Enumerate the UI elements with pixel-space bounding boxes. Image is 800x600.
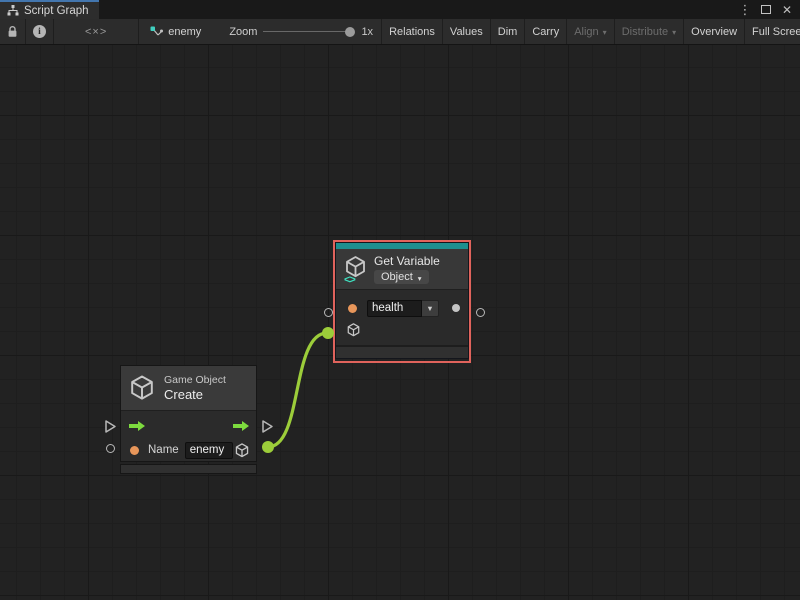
variable-scope-dropdown[interactable]: Object ▾ xyxy=(374,270,429,284)
node-title: Create xyxy=(164,387,226,402)
lock-icon xyxy=(7,25,18,38)
carry-button[interactable]: Carry xyxy=(524,19,566,44)
code-preview-button[interactable]: <×> xyxy=(54,19,139,44)
graph-breadcrumb[interactable]: enemy xyxy=(139,19,211,44)
wire-source-dot xyxy=(262,441,274,453)
graph-canvas[interactable]: Game Object Create Name xyxy=(0,45,800,600)
get-variable-icon: <> xyxy=(343,254,370,284)
control-output-arrow-icon[interactable] xyxy=(232,420,250,432)
dim-button[interactable]: Dim xyxy=(490,19,525,44)
node-get-variable[interactable]: <> Get Variable Object ▾ ▼ xyxy=(333,240,471,363)
gameobject-output-cube-icon[interactable] xyxy=(234,442,250,459)
zoom-label: Zoom xyxy=(229,26,257,38)
code-angle-icon: <> xyxy=(344,274,355,286)
variable-name-field[interactable] xyxy=(367,300,422,317)
name-value-field[interactable] xyxy=(185,442,233,459)
node-footer xyxy=(336,345,468,358)
node-title: Get Variable xyxy=(374,254,440,268)
graph-toolbar: i <×> enemy Zoom 1x Relations Values Dim… xyxy=(0,19,800,45)
fullscreen-button[interactable]: Full Screen xyxy=(744,19,800,44)
node-footer xyxy=(120,464,257,474)
object-port-cube-icon[interactable] xyxy=(346,322,361,338)
align-dropdown[interactable]: Align ▾ xyxy=(566,19,613,44)
code-icon: <×> xyxy=(61,26,131,38)
overview-button[interactable]: Overview xyxy=(683,19,744,44)
tab-title: Script Graph xyxy=(24,5,89,17)
value-output-dot[interactable] xyxy=(452,304,460,312)
name-input-port[interactable] xyxy=(324,308,333,317)
node-category: Game Object xyxy=(164,374,226,387)
zoom-control: Zoom 1x xyxy=(211,19,381,44)
script-graph-icon xyxy=(7,5,19,16)
name-port-dot[interactable] xyxy=(130,446,139,455)
chevron-down-icon: ▾ xyxy=(603,28,607,37)
relations-button[interactable]: Relations xyxy=(381,19,442,44)
chevron-down-icon: ▾ xyxy=(418,274,422,283)
variable-name-port-dot[interactable] xyxy=(348,304,357,313)
zoom-slider-handle[interactable] xyxy=(345,27,355,37)
name-port-label: Name xyxy=(148,444,179,456)
window-maximize-icon[interactable] xyxy=(759,2,773,18)
window-close-icon[interactable]: ✕ xyxy=(780,2,794,18)
distribute-dropdown[interactable]: Distribute ▾ xyxy=(614,19,683,44)
zoom-value: 1x xyxy=(361,26,373,38)
lock-button[interactable] xyxy=(0,19,26,44)
chevron-down-icon: ▾ xyxy=(672,28,676,37)
tab-script-graph[interactable]: Script Graph xyxy=(0,0,99,19)
control-enter-port[interactable] xyxy=(104,419,117,437)
zoom-slider[interactable] xyxy=(263,26,355,38)
variable-picker-dropdown[interactable]: ▼ xyxy=(422,300,439,317)
window-menu-icon[interactable]: ⋮ xyxy=(738,2,752,18)
name-input-port[interactable] xyxy=(106,444,115,453)
control-input-arrow-icon[interactable] xyxy=(128,420,146,432)
info-icon: i xyxy=(33,25,46,38)
value-output-port[interactable] xyxy=(476,308,485,317)
values-button[interactable]: Values xyxy=(442,19,490,44)
game-object-cube-icon xyxy=(128,373,156,403)
window-tab-strip: Script Graph ⋮ ✕ xyxy=(0,0,800,19)
graph-icon xyxy=(149,26,163,38)
graph-name: enemy xyxy=(168,26,201,38)
node-game-object-create[interactable]: Game Object Create Name xyxy=(120,365,257,474)
info-button[interactable]: i xyxy=(26,19,54,44)
control-exit-port[interactable] xyxy=(261,419,274,437)
